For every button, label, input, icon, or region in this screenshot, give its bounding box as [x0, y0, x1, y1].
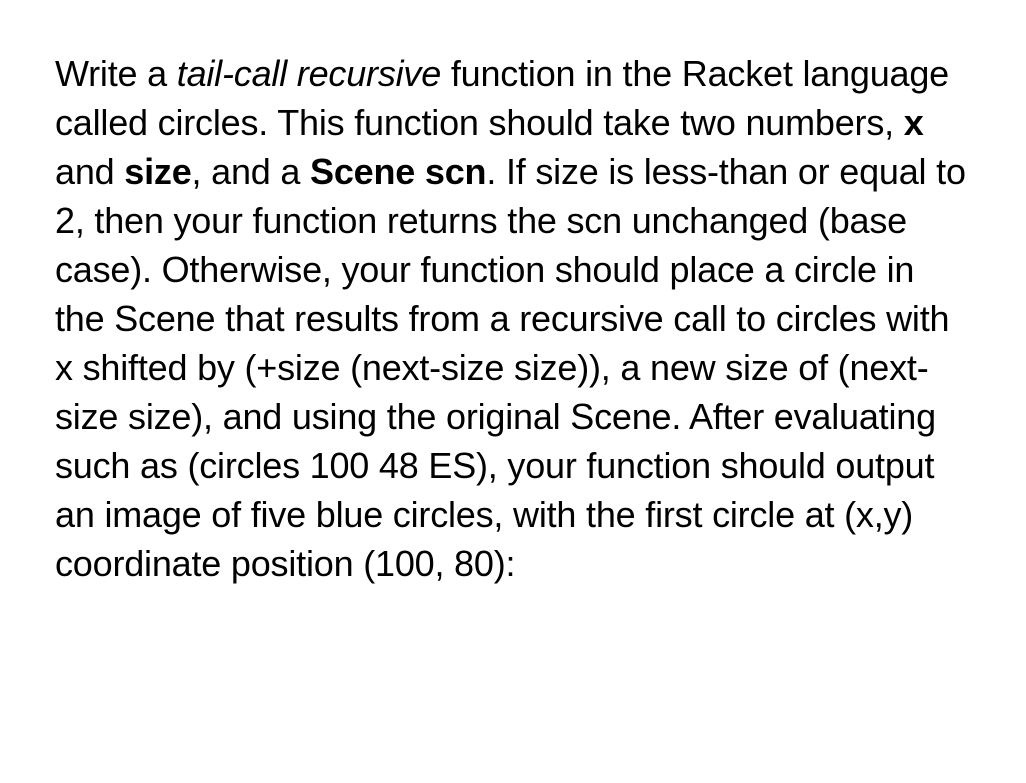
bold-variable-size: size [124, 151, 191, 192]
text-segment: . If size is less-than or equal to 2, th… [55, 151, 966, 584]
bold-scene-scn: Scene scn [310, 151, 486, 192]
italic-phrase: tail-call recursive [177, 53, 441, 94]
text-segment: and [55, 151, 124, 192]
text-segment: , and a [192, 151, 311, 192]
text-segment: Write a [55, 53, 177, 94]
problem-statement: Write a tail-call recursive function in … [55, 50, 971, 588]
bold-variable-x: x [904, 102, 924, 143]
